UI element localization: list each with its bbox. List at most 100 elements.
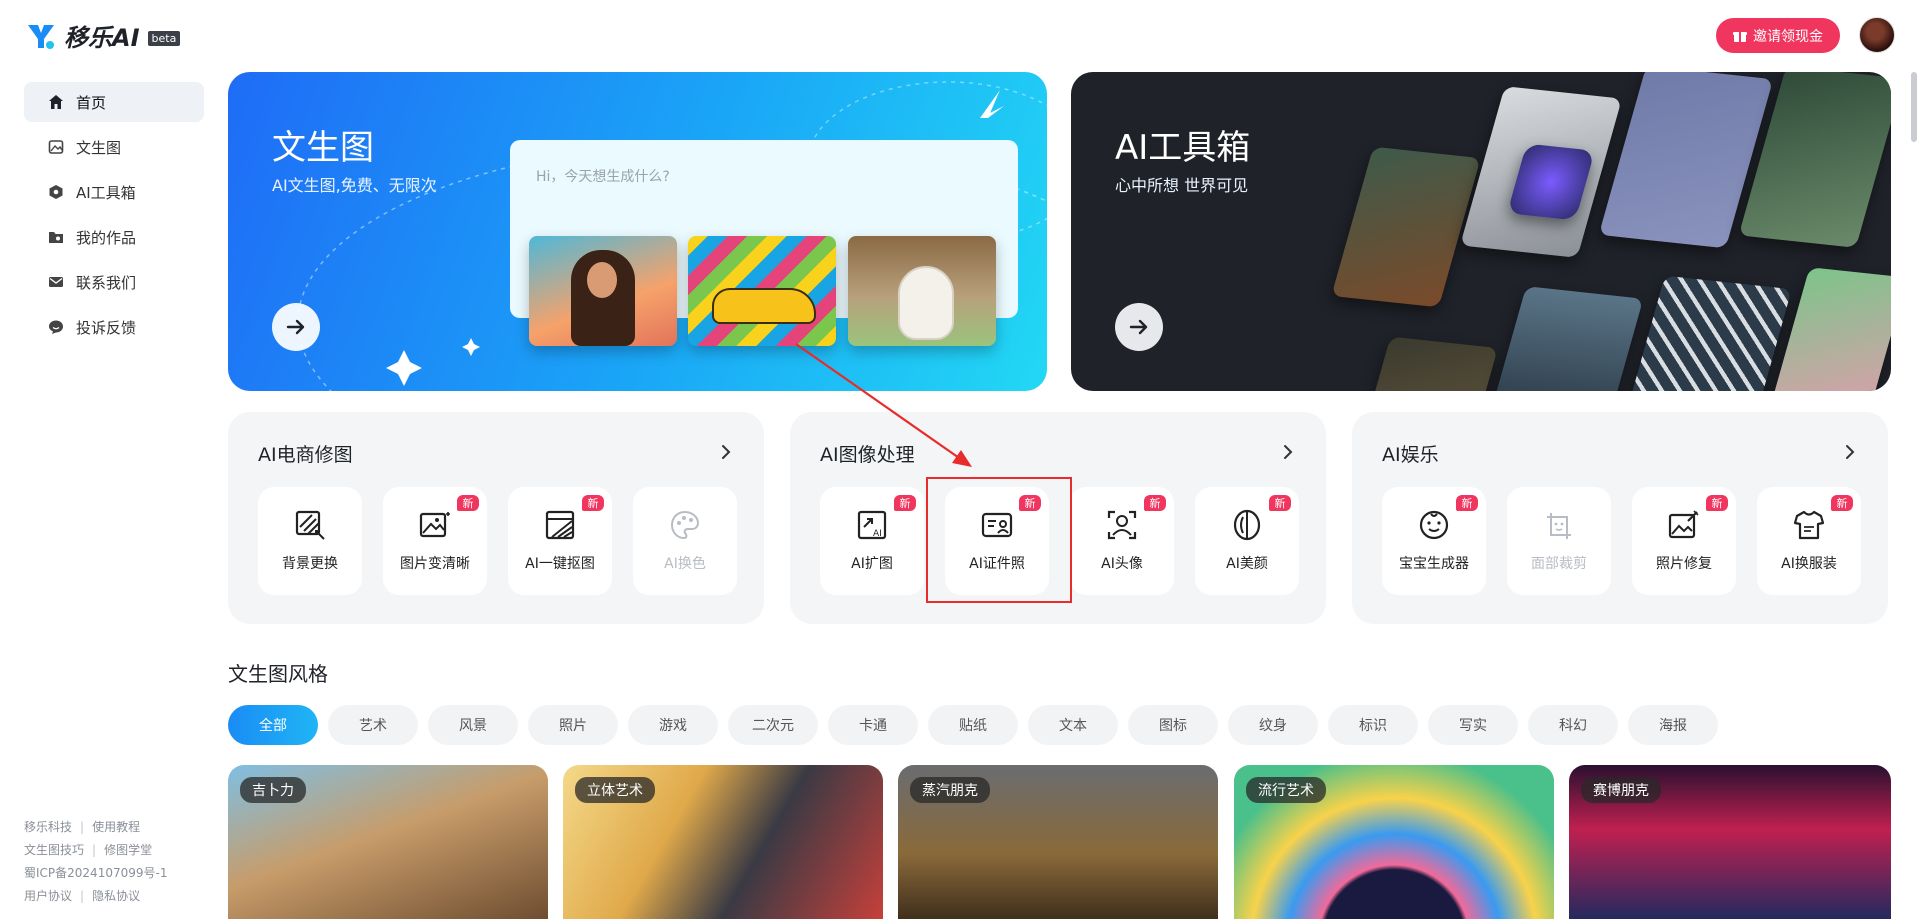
style-card-cyberpunk[interactable]: 赛博朋克 [1569, 765, 1891, 919]
cube-icon [48, 184, 64, 200]
sample-image-girl [529, 236, 677, 346]
tool-background-replace[interactable]: 背景更换 [258, 487, 362, 595]
style-chip[interactable]: 照片 [528, 705, 618, 745]
toolbox-go-button[interactable] [1115, 303, 1163, 351]
footer-link-tutorial[interactable]: 使用教程 [92, 820, 140, 834]
style-chip[interactable]: 风景 [428, 705, 518, 745]
paper-plane-icon [980, 90, 1004, 118]
invite-label: 邀请领现金 [1753, 28, 1823, 45]
annotation-highlight-box [926, 477, 1072, 603]
tool-ai-avatar[interactable]: 新 AI头像 [1070, 487, 1174, 595]
style-tag: 流行艺术 [1246, 777, 1326, 803]
style-chip[interactable]: 纹身 [1228, 705, 1318, 745]
footer-link-retouch-school[interactable]: 修图学堂 [104, 843, 152, 857]
tool-label: AI换色 [664, 556, 706, 572]
style-tag: 蒸汽朋克 [910, 777, 990, 803]
tool-change-clothes[interactable]: 新 AI换服装 [1757, 487, 1861, 595]
page-scrollbar[interactable] [1911, 72, 1917, 142]
style-card-cubism[interactable]: 立体艺术 [563, 765, 883, 919]
style-tag: 吉卜力 [240, 777, 306, 803]
svg-text:AI: AI [873, 529, 882, 539]
arrow-right-icon [1129, 319, 1148, 335]
tool-image-enhance[interactable]: 新 图片变清晰 [383, 487, 487, 595]
style-chip[interactable]: 二次元 [728, 705, 818, 745]
sidebar-footer: 移乐科技 | 使用教程 文生图技巧 | 修图学堂 蜀ICP备2024107099号-1 … [24, 820, 168, 903]
sidebar-item-label: 投诉反馈 [76, 318, 137, 337]
tool-label: 照片修复 [1656, 556, 1712, 572]
avatar-icon [1104, 507, 1140, 543]
style-chip[interactable]: 全部 [228, 705, 318, 745]
tool-photo-repair[interactable]: 新 照片修复 [1632, 487, 1736, 595]
new-badge: 新 [457, 495, 479, 511]
palette-icon [667, 507, 703, 543]
chat-icon [48, 319, 64, 335]
sidebar-item-text2img[interactable]: 文生图 [24, 127, 204, 167]
toolbox-title: AI工具箱 [1115, 128, 1251, 168]
text2img-title: 文生图 [272, 128, 374, 168]
tool-label: AI头像 [1101, 556, 1143, 572]
gift-icon [1733, 31, 1747, 42]
style-chip[interactable]: 游戏 [628, 705, 718, 745]
photo-repair-icon [1666, 507, 1702, 543]
sidebar-item-label: 文生图 [76, 138, 122, 157]
footer-icp[interactable]: 蜀ICP备2024107099号-1 [24, 866, 167, 880]
sidebar-item-label: 我的作品 [76, 228, 137, 247]
footer-link-tips[interactable]: 文生图技巧 [24, 843, 84, 857]
tool-baby-generator[interactable]: 新 宝宝生成器 [1382, 487, 1486, 595]
tool-beauty[interactable]: 新 AI美颜 [1195, 487, 1299, 595]
arrow-right-icon [286, 319, 305, 335]
new-badge: 新 [1706, 495, 1728, 511]
sidebar-item-feedback[interactable]: 投诉反馈 [24, 307, 204, 347]
invite-cash-button[interactable]: 邀请领现金 [1716, 18, 1840, 53]
tool-group-entertainment: AI娱乐 新 宝宝生成器 面部裁剪 新 照片修复 新 AI换服装 [1352, 412, 1888, 624]
new-badge: 新 [894, 495, 916, 511]
tool-face-crop[interactable]: 面部裁剪 [1507, 487, 1611, 595]
tool-label: 面部裁剪 [1531, 556, 1587, 572]
tool-expand-image[interactable]: 新 AI AI扩图 [820, 487, 924, 595]
user-avatar[interactable] [1859, 17, 1895, 53]
sample-image-cat [848, 236, 996, 346]
sidebar-item-home[interactable]: 首页 [24, 82, 204, 122]
new-badge: 新 [1456, 495, 1478, 511]
style-card-steampunk[interactable]: 蒸汽朋克 [898, 765, 1218, 919]
tool-cutout[interactable]: 新 AI一键抠图 [508, 487, 612, 595]
tool-group-title: AI电商修图 [258, 444, 353, 466]
footer-link-user-agreement[interactable]: 用户协议 [24, 889, 72, 903]
sidebar-item-my-works[interactable]: 我的作品 [24, 217, 204, 257]
tool-group-ecommerce: AI电商修图 背景更换 新 图片变清晰 新 AI一键抠图 AI换色 [228, 412, 764, 624]
style-chip[interactable]: 艺术 [328, 705, 418, 745]
style-chip[interactable]: 海报 [1628, 705, 1718, 745]
chevron-right-icon[interactable] [716, 442, 736, 462]
sidebar-item-contact[interactable]: 联系我们 [24, 262, 204, 302]
style-chip[interactable]: 卡通 [828, 705, 918, 745]
style-chip[interactable]: 文本 [1028, 705, 1118, 745]
style-chip[interactable]: 写实 [1428, 705, 1518, 745]
tool-recolor[interactable]: AI换色 [633, 487, 737, 595]
style-tag: 赛博朋克 [1581, 777, 1661, 803]
logo-mark-icon [28, 24, 54, 49]
text2img-banner[interactable]: 文生图 AI文生图,免费、无限次 Hi，今天想生成什么? [228, 72, 1047, 391]
style-chip[interactable]: 图标 [1128, 705, 1218, 745]
style-chip[interactable]: 科幻 [1528, 705, 1618, 745]
style-chip[interactable]: 贴纸 [928, 705, 1018, 745]
tool-label: AI换服装 [1781, 556, 1837, 572]
chevron-right-icon[interactable] [1840, 442, 1860, 462]
expand-image-icon: AI [854, 507, 890, 543]
clothes-icon [1791, 507, 1827, 543]
folder-icon [48, 229, 64, 245]
toolbox-banner[interactable]: AI工具箱 心中所想 世界可见 [1071, 72, 1891, 391]
new-badge: 新 [1144, 495, 1166, 511]
chevron-right-icon[interactable] [1278, 442, 1298, 462]
style-card-ghibli[interactable]: 吉卜力 [228, 765, 548, 919]
style-tag: 立体艺术 [575, 777, 655, 803]
footer-link-company[interactable]: 移乐科技 [24, 820, 72, 834]
tool-label: 宝宝生成器 [1399, 556, 1469, 572]
logo-text: 移乐AI [64, 24, 140, 52]
style-chip[interactable]: 标识 [1328, 705, 1418, 745]
text2img-go-button[interactable] [272, 303, 320, 351]
footer-link-privacy[interactable]: 隐私协议 [92, 889, 140, 903]
sidebar-item-toolbox[interactable]: AI工具箱 [24, 172, 204, 212]
style-card-pop-art[interactable]: 流行艺术 [1234, 765, 1554, 919]
image-enhance-icon [417, 507, 453, 543]
brand-logo[interactable]: 移乐AI beta [26, 18, 181, 53]
